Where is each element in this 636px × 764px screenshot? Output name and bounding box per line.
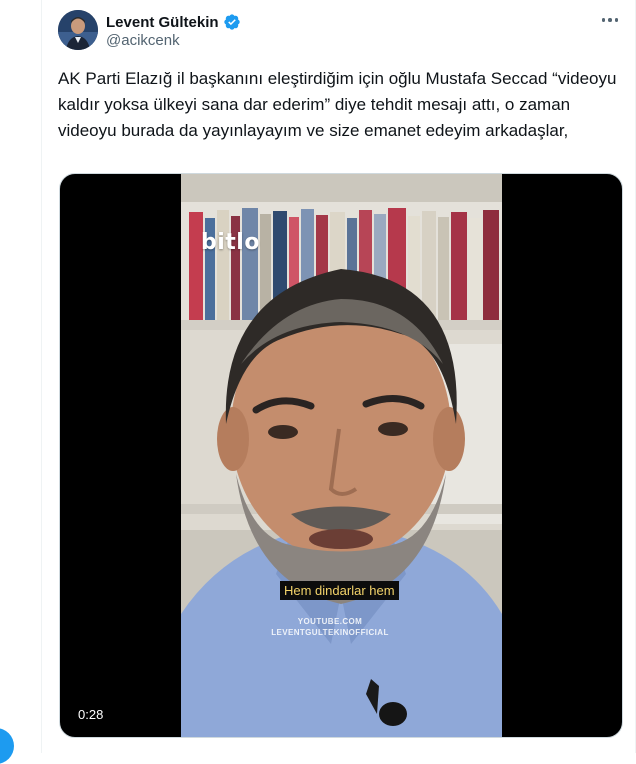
more-options-button[interactable]	[597, 10, 623, 30]
channel-line-2: LEVENTGULTEKINOFFICIAL	[271, 628, 389, 637]
tweet-card[interactable]: Levent Gültekin @acikcenk AK Parti Elazı…	[42, 0, 636, 753]
author-name-row[interactable]: Levent Gültekin	[106, 12, 241, 32]
video-thumbnail	[181, 174, 502, 737]
channel-line-1: YOUTUBE.COM	[297, 617, 363, 626]
author-display-name[interactable]: Levent Gültekin	[106, 14, 219, 31]
avatar[interactable]	[58, 10, 98, 50]
video-frame[interactable]: bitlo Hem dindarlar hem YOUTUBE.COM LEVE…	[181, 174, 502, 737]
verified-badge-icon	[223, 13, 241, 31]
compose-button[interactable]	[0, 728, 14, 764]
bitlo-watermark: bitlo	[201, 230, 260, 255]
tweet-text: AK Parti Elazığ il başkanını eleştirdiği…	[58, 69, 622, 140]
video-player[interactable]: bitlo Hem dindarlar hem YOUTUBE.COM LEVE…	[59, 173, 623, 738]
channel-watermark: YOUTUBE.COM LEVENTGULTEKINOFFICIAL	[255, 616, 405, 638]
video-duration: 0:28	[70, 705, 112, 725]
left-sidebar	[0, 0, 42, 764]
more-horizontal-icon	[601, 18, 606, 22]
author-handle[interactable]: @acikcenk	[106, 32, 180, 49]
avatar-image	[58, 10, 98, 50]
video-subtitle: Hem dindarlar hem	[280, 581, 399, 600]
